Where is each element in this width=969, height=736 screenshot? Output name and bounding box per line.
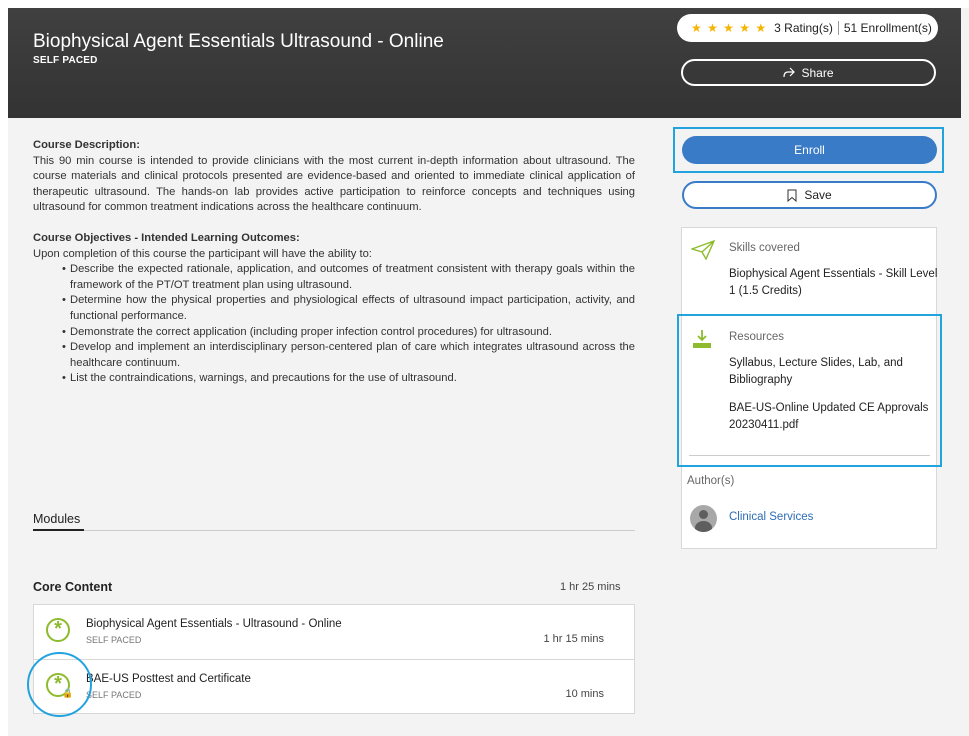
pill-divider (837, 21, 839, 35)
lock-highlight-circle (27, 652, 92, 717)
share-icon (783, 67, 796, 78)
objectives-intro: Upon completion of this course the parti… (33, 247, 372, 260)
module-duration: 1 hr 15 mins (543, 633, 604, 645)
course-description: Course Description: This 90 min course i… (33, 138, 635, 387)
section-divider (689, 455, 930, 456)
skills-label: Skills covered (729, 242, 800, 254)
course-type: SELF PACED (33, 55, 98, 66)
objectives-heading: Course Objectives - Intended Learning Ou… (33, 231, 300, 244)
core-content-title: Core Content (33, 580, 113, 594)
description-heading: Course Description: (33, 139, 140, 151)
module-item[interactable]: * 🔒 BAE-US Posttest and Certificate SELF… (34, 659, 634, 714)
core-content-duration: 1 hr 25 mins (560, 581, 621, 593)
authors-label: Author(s) (687, 475, 735, 487)
self-paced-module-icon: * (46, 618, 70, 642)
tab-modules[interactable]: Modules (33, 512, 80, 526)
enrollment-count: 51 (843, 21, 858, 35)
objective-item: Demonstrate the correct application (inc… (62, 325, 635, 341)
objective-item: List the contraindications, warnings, an… (62, 371, 635, 387)
resources-highlight-box (677, 314, 942, 467)
objective-item: Determine how the physical properties an… (62, 293, 635, 324)
course-title: Biophysical Agent Essentials Ultrasound … (33, 31, 444, 52)
module-name[interactable]: BAE-US Posttest and Certificate (86, 673, 251, 685)
module-name[interactable]: Biophysical Agent Essentials - Ultrasoun… (86, 618, 342, 630)
paper-plane-icon (691, 240, 715, 260)
module-list: * Biophysical Agent Essentials - Ultraso… (33, 604, 635, 714)
active-tab-indicator (33, 529, 84, 531)
save-label: Save (804, 188, 832, 202)
save-button[interactable]: Save (682, 181, 937, 209)
author-link[interactable]: Clinical Services (729, 511, 813, 523)
bookmark-icon (787, 189, 797, 202)
share-label: Share (801, 65, 834, 80)
module-item[interactable]: * Biophysical Agent Essentials - Ultraso… (34, 605, 634, 660)
rating-stars-icon: ★ ★ ★ ★ ★ (691, 21, 768, 35)
rating-label: Rating(s) (784, 21, 833, 35)
objective-item: Describe the expected rationale, applica… (62, 262, 635, 293)
skills-text: Biophysical Agent Essentials - Skill Lev… (729, 268, 938, 297)
module-type: SELF PACED (86, 690, 142, 700)
avatar (690, 505, 717, 532)
rating-enrollment-pill: ★ ★ ★ ★ ★ 3 Rating(s) 51 Enrollment(s) (677, 14, 938, 42)
objective-item: Develop and implement an interdisciplina… (62, 340, 635, 371)
description-text: This 90 min course is intended to provid… (33, 154, 635, 214)
module-duration: 10 mins (565, 688, 604, 700)
enroll-button[interactable]: Enroll (682, 136, 937, 164)
resource-link[interactable]: Syllabus, Lecture Slides, Lab, and Bibli… (729, 355, 939, 389)
share-button[interactable]: Share (681, 59, 936, 86)
download-icon (693, 330, 711, 348)
enrollment-label: Enrollment(s) (860, 21, 932, 35)
resources-label: Resources (729, 331, 784, 343)
module-type: SELF PACED (86, 635, 142, 645)
resource-link[interactable]: BAE-US-Online Updated CE Approvals 20230… (729, 400, 939, 434)
objectives-list: Describe the expected rationale, applica… (62, 262, 635, 387)
rating-count: 3 (774, 21, 781, 35)
tab-divider (33, 530, 635, 531)
